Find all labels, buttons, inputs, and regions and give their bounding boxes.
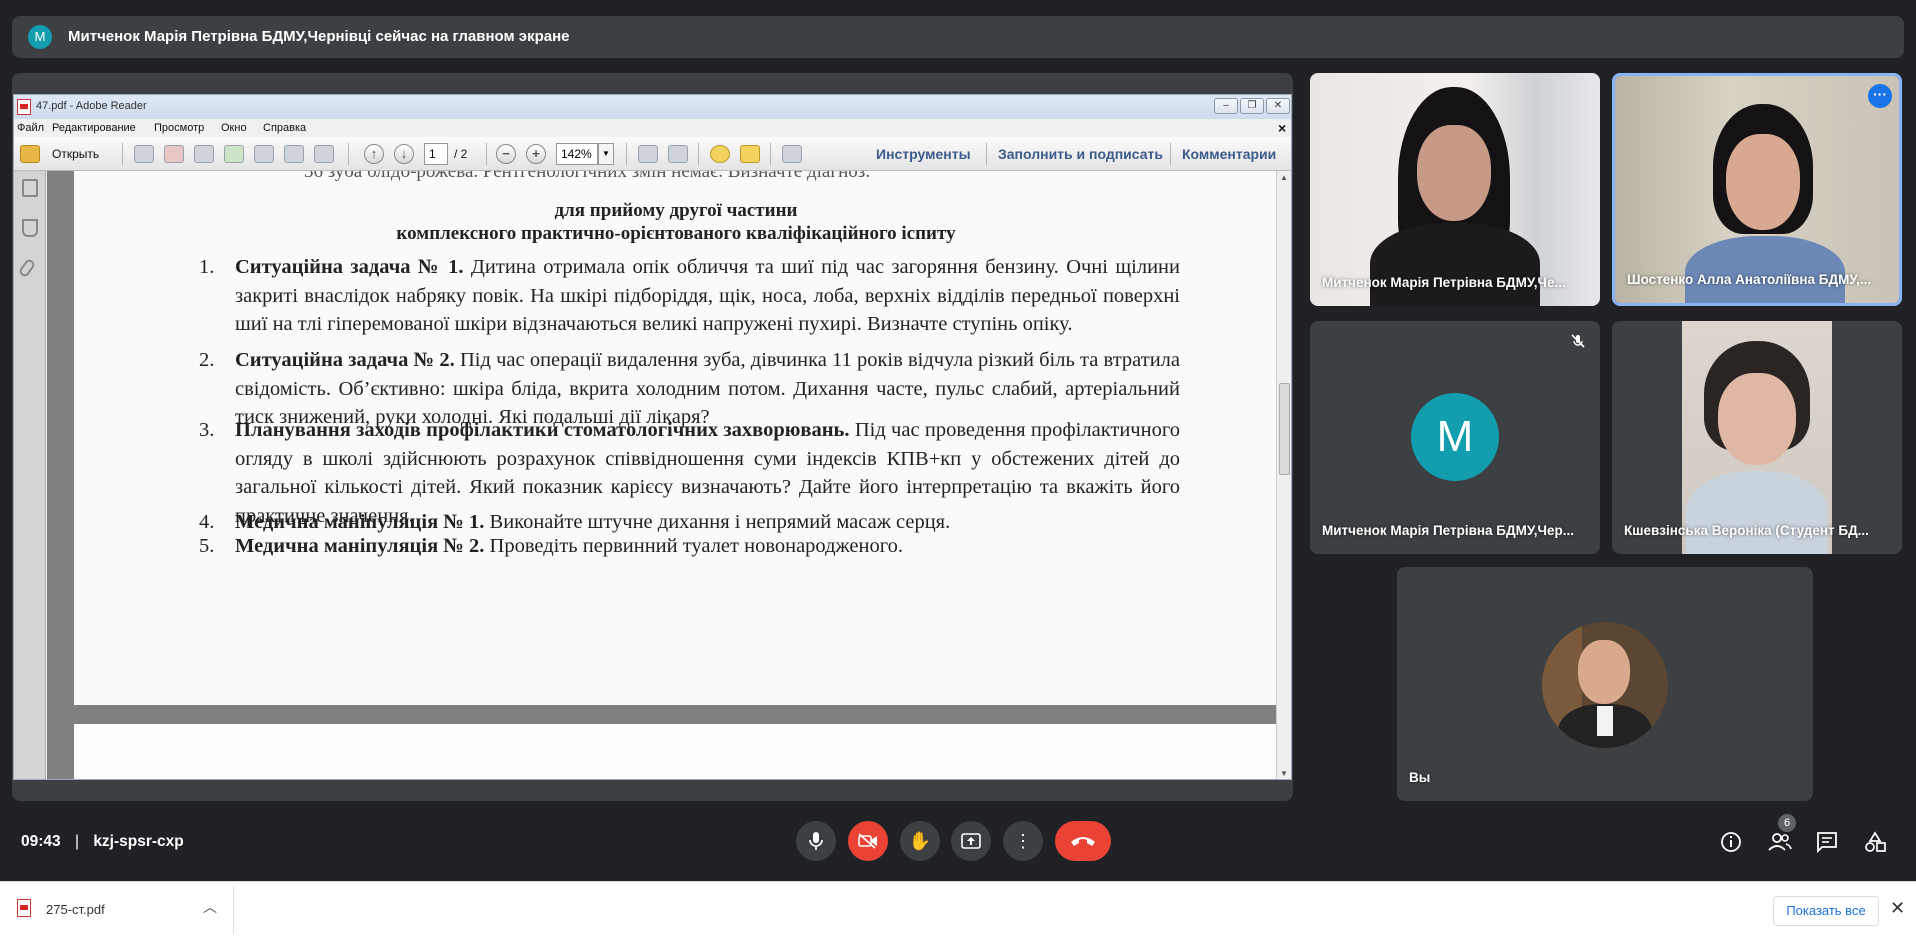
pdf-page-1: 36 зуба блідо-рожева. Рентгенологічних з…: [74, 171, 1276, 705]
separator: |: [74, 833, 79, 850]
presenter-avatar: M: [28, 25, 52, 49]
scroll-thumb[interactable]: [1279, 383, 1290, 475]
participant-tile[interactable]: Митченок Марія Петрівна БДМУ,Че...: [1310, 73, 1600, 306]
reader-titlebar: 47.pdf - Adobe Reader – ❐ ✕: [14, 95, 1291, 119]
self-tile[interactable]: Вы: [1397, 567, 1813, 801]
zoom-out-icon[interactable]: −: [496, 144, 516, 164]
task-item: 5. Медична маніпуляція № 2. Проведіть пер…: [199, 535, 904, 557]
comments-link[interactable]: Комментарии: [1182, 146, 1276, 162]
menu-window[interactable]: Окно: [221, 122, 247, 134]
participant-video: [1682, 321, 1832, 554]
show-all-button[interactable]: Показать все: [1773, 896, 1879, 926]
participant-tile[interactable]: M Митченок Марія Петрівна БДМУ,Чер...: [1310, 321, 1600, 554]
reader-scrollbar[interactable]: ▲ ▼: [1276, 171, 1291, 779]
fit-width-icon[interactable]: [668, 145, 688, 163]
comment-icon[interactable]: [710, 145, 730, 163]
participant-name: Митченок Марія Петрівна БДМУ,Че...: [1322, 275, 1566, 290]
activities-icon[interactable]: [1864, 831, 1886, 853]
document-viewport[interactable]: 36 зуба блідо-рожева. Рентгенологічних з…: [47, 171, 1276, 779]
print-icon[interactable]: [284, 145, 304, 163]
participant-tile[interactable]: Кшевзінська Вероніка (Студент БД...: [1612, 321, 1902, 554]
export-pdf-icon[interactable]: [164, 145, 184, 163]
leave-call-button[interactable]: [1055, 821, 1111, 861]
close-doc-icon[interactable]: ×: [1278, 120, 1286, 136]
reader-menubar: Файл Редактирование Просмотр Окно Справк…: [14, 119, 1291, 137]
more-options-button[interactable]: ⋮: [1003, 821, 1043, 861]
pdf-file-icon: [17, 899, 31, 917]
zoom-select[interactable]: 142%: [556, 143, 598, 165]
zoom-in-icon[interactable]: +: [526, 144, 546, 164]
task-item: 1. Ситуаційна задача № 1. Дитина отримала…: [199, 256, 1180, 335]
chevron-up-icon[interactable]: ︿: [203, 897, 217, 917]
page-number-input[interactable]: 1: [424, 143, 448, 165]
bookmarks-panel-icon[interactable]: [22, 219, 38, 237]
clock: 09:43: [21, 833, 61, 850]
fill-sign-link[interactable]: Заполнить и подписать: [998, 146, 1163, 162]
menu-help[interactable]: Справка: [263, 122, 306, 134]
restore-button[interactable]: ❐: [1240, 98, 1264, 114]
presenting-banner: M Митченок Марія Петрівна БДМУ,Чернівці …: [12, 16, 1904, 58]
meeting-details-icon[interactable]: [1720, 831, 1742, 853]
meeting-code: kzj-spsr-cxp: [93, 833, 184, 850]
cloud-upload-icon[interactable]: [224, 145, 244, 163]
open-folder-icon[interactable]: [20, 145, 40, 163]
mic-icon: [809, 832, 823, 850]
hand-icon: ✋: [908, 831, 932, 851]
attachments-icon[interactable]: [17, 257, 37, 279]
presenting-text: Митченок Марія Петрівна БДМУ,Чернівці се…: [68, 28, 570, 45]
pages-panel-icon[interactable]: [22, 179, 38, 197]
participant-name: Кшевзінська Вероніка (Студент БД...: [1624, 523, 1869, 538]
open-button[interactable]: Открыть: [52, 147, 99, 161]
doc-heading-2: комплексного практично-орієнтованого ква…: [396, 223, 956, 244]
self-name: Вы: [1409, 770, 1431, 785]
participant-tile-active[interactable]: ··· Шостенко Алла Анатоліївна БДМУ,...: [1612, 73, 1902, 306]
minimize-button[interactable]: –: [1214, 98, 1238, 114]
adobe-reader-window: 47.pdf - Adobe Reader – ❐ ✕ Файл Редакти…: [13, 94, 1292, 780]
download-shelf: 275-ст.pdf ︿ Показать все ✕: [0, 881, 1916, 938]
menu-file[interactable]: Файл: [17, 122, 44, 134]
close-icon[interactable]: ✕: [1890, 898, 1905, 919]
hangup-icon: [1071, 837, 1095, 846]
tools-link[interactable]: Инструменты: [876, 146, 971, 162]
participant-name: Шостенко Алла Анатоліївна БДМУ,...: [1627, 272, 1872, 287]
save-icon[interactable]: [254, 145, 274, 163]
camera-off-button[interactable]: [848, 821, 888, 861]
highlight-icon[interactable]: [740, 145, 760, 163]
microphone-button[interactable]: [796, 821, 836, 861]
fullscreen-icon[interactable]: [782, 145, 802, 163]
fit-page-icon[interactable]: [638, 145, 658, 163]
reader-toolbar: Открыть ↑ ↓ 1 / 2 − + 142% ▼ Инструменты…: [14, 137, 1291, 171]
download-item[interactable]: 275-ст.pdf: [46, 902, 105, 917]
pdf-page-2: [74, 724, 1276, 779]
edit-icon[interactable]: [194, 145, 214, 163]
mic-off-icon: [1571, 334, 1585, 348]
menu-edit[interactable]: Редактирование: [52, 122, 136, 134]
email-icon[interactable]: [314, 145, 334, 163]
present-screen-icon: [961, 833, 981, 849]
reader-title: 47.pdf - Adobe Reader: [36, 100, 147, 112]
pdf-icon: [17, 99, 31, 115]
more-vert-icon: ⋮: [1014, 831, 1032, 851]
participant-count-badge: 6: [1778, 814, 1796, 832]
next-page-icon[interactable]: ↓: [394, 144, 414, 164]
participant-name: Митченок Марія Петрівна БДМУ,Чер...: [1322, 523, 1574, 538]
present-now-button[interactable]: [951, 821, 991, 861]
self-avatar: [1542, 622, 1668, 748]
create-pdf-icon[interactable]: [134, 145, 154, 163]
close-window-button[interactable]: ✕: [1266, 98, 1290, 114]
zoom-dropdown-icon[interactable]: ▼: [598, 143, 614, 165]
doc-heading-1: для прийому другої частини: [554, 200, 798, 221]
menu-view[interactable]: Просмотр: [154, 122, 204, 134]
page-total: / 2: [454, 147, 468, 161]
cut-off-line: 36 зуба блідо-рожева. Рентгенологічних з…: [304, 171, 871, 182]
more-options-icon[interactable]: ···: [1868, 84, 1892, 108]
participant-avatar: M: [1411, 393, 1499, 481]
meeting-info: 09:43 | kzj-spsr-cxp: [21, 833, 184, 851]
raise-hand-button[interactable]: ✋: [900, 821, 940, 861]
people-icon[interactable]: [1768, 831, 1792, 853]
camera-off-icon: [858, 833, 877, 849]
prev-page-icon[interactable]: ↑: [364, 144, 384, 164]
chat-icon[interactable]: [1816, 831, 1838, 854]
reader-navigation-panel: [14, 171, 46, 779]
